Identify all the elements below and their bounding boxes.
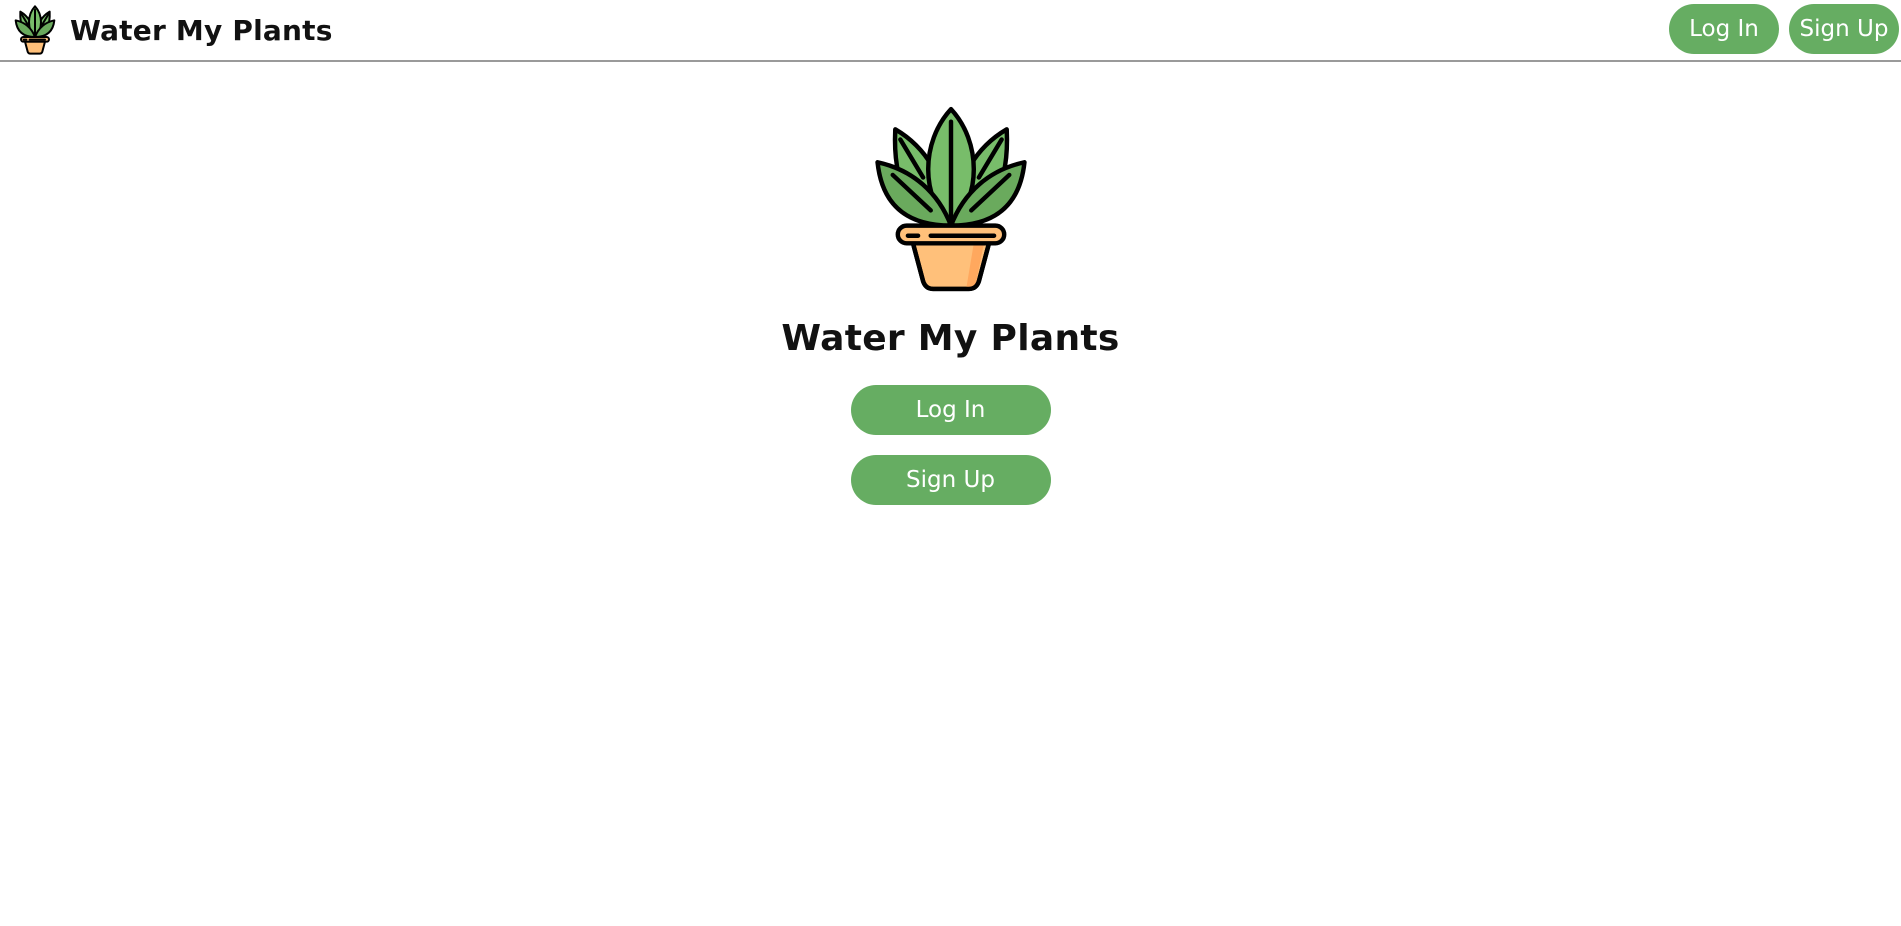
login-button[interactable]: Log In xyxy=(850,385,1051,435)
potted-plant-icon xyxy=(874,106,1027,292)
signup-button[interactable]: Sign Up xyxy=(850,455,1051,505)
potted-plant-icon xyxy=(14,5,56,55)
brand-home-link[interactable]: Water My Plants xyxy=(14,4,333,56)
nav-signup-button[interactable]: Sign Up xyxy=(1789,4,1899,54)
hero-section: Water My Plants Log In Sign Up xyxy=(0,62,1901,505)
nav-actions: Log In Sign Up xyxy=(1669,4,1899,54)
brand-title: Water My Plants xyxy=(70,13,333,47)
nav-login-button[interactable]: Log In xyxy=(1669,4,1779,54)
page-title: Water My Plants xyxy=(781,318,1120,359)
top-navbar: Water My Plants Log In Sign Up xyxy=(0,0,1901,62)
